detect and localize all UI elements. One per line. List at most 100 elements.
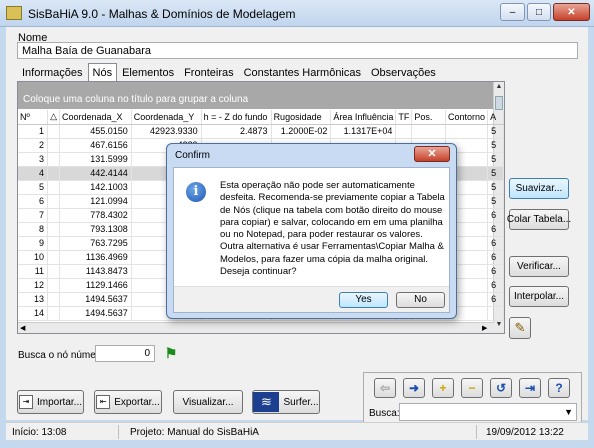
cell-coordenada-x[interactable]: 1136.4969: [59, 250, 132, 265]
cell-area-influencia[interactable]: 1.1317E+04: [330, 124, 397, 139]
cell-spacer[interactable]: [47, 278, 60, 293]
cell-a[interactable]: 6: [487, 208, 504, 223]
cell-a[interactable]: 6: [487, 236, 504, 251]
nome-input[interactable]: Malha Baía de Guanabara: [17, 42, 578, 59]
close-button[interactable]: ✕: [553, 3, 590, 21]
remove-icon[interactable]: −: [461, 378, 483, 398]
minimize-button[interactable]: –: [500, 3, 525, 21]
tab-elementos[interactable]: Elementos: [117, 65, 179, 81]
cell-spacer[interactable]: [47, 194, 60, 209]
help-icon[interactable]: ?: [548, 378, 570, 398]
tab-observacoes[interactable]: Observações: [366, 65, 441, 81]
cell-spacer[interactable]: [47, 152, 60, 167]
cell-a[interactable]: 6: [487, 278, 504, 293]
cell-coordenada-x[interactable]: 763.7295: [59, 236, 132, 251]
cell-a[interactable]: 5: [487, 124, 504, 139]
cell-contorno[interactable]: [445, 124, 489, 139]
importar-button[interactable]: ⇥ Importar...: [17, 390, 84, 414]
table-row[interactable]: 1 455.0150 42923.9330 2.4873 1.2000E-02 1.131…: [18, 124, 504, 139]
cell-a[interactable]: 6: [487, 250, 504, 265]
cell-numero[interactable]: 11: [18, 264, 49, 279]
visualizar-button[interactable]: Visualizar...: [173, 390, 243, 414]
cell-coordenada-x[interactable]: 778.4302: [59, 208, 132, 223]
surfer-button[interactable]: ≋ Surfer...: [252, 390, 320, 414]
maximize-button[interactable]: □: [527, 3, 551, 21]
cell-coordenada-x[interactable]: 442.4144: [59, 166, 132, 181]
scroll-right-icon[interactable]: ▶: [482, 324, 487, 332]
run-icon[interactable]: ⚑: [162, 345, 180, 363]
col-a[interactable]: A: [487, 110, 504, 125]
forward-arrow-icon[interactable]: ➜: [403, 378, 425, 398]
cell-numero[interactable]: 8: [18, 222, 49, 237]
cell-spacer[interactable]: [47, 222, 60, 237]
cell-tf[interactable]: [395, 124, 413, 139]
cell-numero[interactable]: 13: [18, 292, 49, 307]
cell-a[interactable]: 6: [487, 264, 504, 279]
col-rugosidade[interactable]: Rugosidade: [271, 110, 332, 125]
cell-a[interactable]: 5: [487, 180, 504, 195]
cell-coordenada-x[interactable]: 455.0150: [59, 124, 132, 139]
cell-numero[interactable]: 12: [18, 278, 49, 293]
scroll-left-icon[interactable]: ◀: [20, 324, 25, 332]
cell-numero[interactable]: 6: [18, 194, 49, 209]
no-button[interactable]: No: [396, 292, 445, 308]
cell-pos[interactable]: [411, 124, 447, 139]
cell-coordenada-x[interactable]: 121.0994: [59, 194, 132, 209]
busca-select[interactable]: ▼: [399, 403, 577, 421]
cell-numero[interactable]: 4: [18, 166, 49, 181]
dialog-close-button[interactable]: ✕: [414, 146, 450, 162]
col-area-influencia[interactable]: Área Influência: [330, 110, 397, 125]
cell-coordenada-x[interactable]: 1494.5637: [59, 306, 132, 321]
cell-spacer[interactable]: [47, 180, 60, 195]
cell-coordenada-x[interactable]: 1129.1466: [59, 278, 132, 293]
group-by-bar[interactable]: Coloque uma coluna no título para grupar…: [18, 82, 494, 109]
cell-coordenada-y[interactable]: 42923.9330: [131, 124, 202, 139]
cell-spacer[interactable]: [47, 236, 60, 251]
add-icon[interactable]: +: [432, 378, 454, 398]
scroll-down-icon[interactable]: ▼: [494, 321, 504, 332]
horizontal-scrollbar[interactable]: ◀ ▶: [18, 322, 494, 333]
col-contorno[interactable]: Contorno: [445, 110, 489, 125]
col-pos[interactable]: Pos.: [411, 110, 447, 125]
col-coordenada-y[interactable]: Coordenada_Y: [131, 110, 202, 125]
cell-numero[interactable]: 3: [18, 152, 49, 167]
cell-numero[interactable]: 2: [18, 138, 49, 153]
chevron-down-icon[interactable]: ▼: [564, 407, 573, 417]
tab-constantes-harmonicas[interactable]: Constantes Harmônicas: [239, 65, 366, 81]
cell-spacer[interactable]: [47, 208, 60, 223]
cell-coordenada-x[interactable]: 1143.8473: [59, 264, 132, 279]
tab-informacoes[interactable]: Informações: [17, 65, 88, 81]
cell-coordenada-x[interactable]: 793.1308: [59, 222, 132, 237]
cell-a[interactable]: 5: [487, 194, 504, 209]
cell-spacer[interactable]: [47, 166, 60, 181]
cell-a[interactable]: 5: [487, 166, 504, 181]
cell-a[interactable]: 5: [487, 138, 504, 153]
cell-profundidade[interactable]: 2.4873: [201, 124, 272, 139]
cell-rugosidade[interactable]: 1.2000E-02: [271, 124, 332, 139]
cell-spacer[interactable]: [47, 306, 60, 321]
cell-a[interactable]: 5: [487, 152, 504, 167]
suavizar-button[interactable]: Suavizar...: [509, 178, 569, 199]
cell-coordenada-x[interactable]: 1494.5637: [59, 292, 132, 307]
col-coordenada-x[interactable]: Coordenada_X: [59, 110, 132, 125]
cell-numero[interactable]: 1: [18, 124, 49, 139]
cell-numero[interactable]: 10: [18, 250, 49, 265]
cell-a[interactable]: [487, 306, 504, 321]
cell-numero[interactable]: 14: [18, 306, 49, 321]
col-tf[interactable]: TF: [395, 110, 413, 125]
pencil-icon[interactable]: ✎: [509, 317, 531, 339]
cell-a[interactable]: 6: [487, 222, 504, 237]
undo-icon[interactable]: ↺: [490, 378, 512, 398]
busca-no-input[interactable]: 0: [95, 345, 155, 362]
yes-button[interactable]: Yes: [339, 292, 388, 308]
cell-numero[interactable]: 5: [18, 180, 49, 195]
back-arrow-icon[interactable]: ⇦: [374, 378, 396, 398]
col-sort-icon[interactable]: △: [47, 110, 60, 125]
interpolar-button[interactable]: Interpolar...: [509, 286, 569, 307]
verificar-button[interactable]: Verificar...: [509, 256, 569, 277]
cell-coordenada-x[interactable]: 467.6156: [59, 138, 132, 153]
cell-spacer[interactable]: [47, 138, 60, 153]
cell-a[interactable]: 6: [487, 292, 504, 307]
scroll-up-icon[interactable]: ▲: [494, 83, 504, 94]
cell-numero[interactable]: 9: [18, 236, 49, 251]
